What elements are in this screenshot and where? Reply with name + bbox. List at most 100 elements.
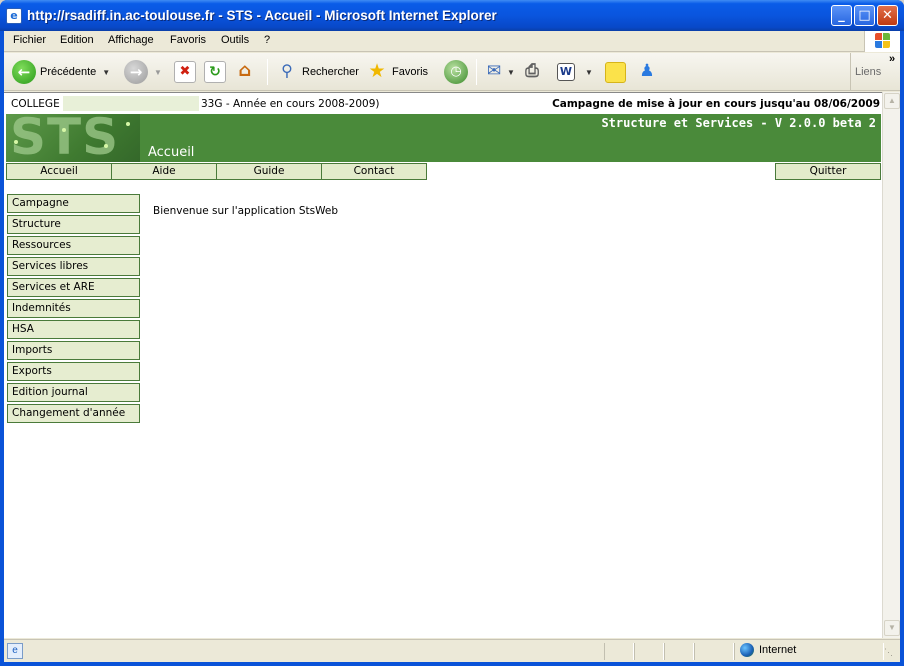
- menu-help[interactable]: ?: [264, 34, 270, 46]
- note-button[interactable]: [605, 58, 626, 86]
- college-label: COLLEGE: [11, 98, 60, 110]
- status-pane: [664, 643, 694, 660]
- page-content: COLLEGE 33G - Année en cours 2008-2009) …: [4, 92, 882, 638]
- search-label: Rechercher: [302, 66, 359, 78]
- maximize-button[interactable]: □: [854, 5, 875, 26]
- menu-outils[interactable]: Outils: [221, 34, 249, 46]
- zone-label: Internet: [759, 644, 797, 656]
- logo-sparkle: [104, 144, 108, 148]
- logo-sparkle: [62, 128, 66, 132]
- printer-icon: ⎙: [525, 61, 539, 81]
- globe-icon: [740, 643, 754, 657]
- sidebar-item-services-are[interactable]: Services et ARE: [7, 278, 140, 297]
- sidebar-item-ressources[interactable]: Ressources: [7, 236, 140, 255]
- sidebar-item-edition-journal[interactable]: Edition journal: [7, 383, 140, 402]
- menu-fichier[interactable]: Fichier: [13, 34, 46, 46]
- college-info-row: COLLEGE 33G - Année en cours 2008-2009) …: [4, 95, 882, 113]
- search-icon: ⚲: [281, 61, 293, 80]
- tab-aide[interactable]: Aide: [111, 163, 217, 180]
- sts-banner: STS Structure et Services - V 2.0.0 beta…: [6, 114, 881, 162]
- scroll-up-icon[interactable]: ▲: [884, 93, 900, 109]
- links-bar[interactable]: Liens »: [850, 53, 900, 91]
- app-version: Structure et Services - V 2.0.0 beta 2: [601, 116, 876, 130]
- quit-button[interactable]: Quitter: [775, 163, 881, 180]
- print-button[interactable]: ⎙: [521, 58, 543, 86]
- window-title: http://rsadiff.in.ac-toulouse.fr - STS -…: [27, 8, 497, 23]
- sidebar-item-hsa[interactable]: HSA: [7, 320, 140, 339]
- menu-edition[interactable]: Edition: [60, 34, 94, 46]
- browser-window: e http://rsadiff.in.ac-toulouse.fr - STS…: [0, 0, 904, 666]
- menu-favoris[interactable]: Favoris: [170, 34, 206, 46]
- ie-page-icon: e: [6, 8, 22, 24]
- menu-affichage[interactable]: Affichage: [108, 34, 154, 46]
- sts-logo-letters: STS: [10, 114, 120, 162]
- messenger-icon: ♟: [639, 61, 655, 81]
- logo-sparkle: [14, 140, 18, 144]
- title-bar[interactable]: e http://rsadiff.in.ac-toulouse.fr - STS…: [0, 0, 904, 31]
- links-label: Liens: [855, 66, 882, 78]
- back-button[interactable]: ← Précédente ▼: [12, 58, 110, 86]
- favorites-button[interactable]: ★ Favoris: [366, 58, 428, 86]
- sidebar-item-campagne[interactable]: Campagne: [7, 194, 140, 213]
- status-pane: [604, 643, 634, 660]
- mail-button[interactable]: ✉ ▼: [483, 58, 515, 86]
- status-bar: e Internet ⋱: [4, 639, 900, 662]
- windows-logo: [864, 31, 900, 52]
- refresh-button[interactable]: ↻: [204, 58, 226, 86]
- back-dropdown-icon[interactable]: ▼: [102, 68, 110, 77]
- college-name-redacted: [63, 96, 199, 111]
- sidebar-item-exports[interactable]: Exports: [7, 362, 140, 381]
- campaign-info: Campagne de mise à jour en cours jusqu'a…: [552, 98, 880, 110]
- close-button[interactable]: ✕: [877, 5, 898, 26]
- tab-guide[interactable]: Guide: [216, 163, 322, 180]
- window-client: Fichier Edition Affichage Favoris Outils…: [4, 31, 900, 662]
- windows-flag-icon: [875, 33, 891, 49]
- sts-logo: STS: [6, 114, 140, 162]
- scroll-down-icon[interactable]: ▼: [884, 620, 900, 636]
- menu-bar: Fichier Edition Affichage Favoris Outils…: [4, 31, 900, 52]
- toolbar: ← Précédente ▼ → ▼ ✖ ↻ ⌂ ⚲ Rechercher ★ …: [4, 53, 900, 91]
- links-chevron-icon[interactable]: »: [889, 53, 895, 65]
- stop-button[interactable]: ✖: [174, 58, 196, 86]
- sidebar-item-indemnites[interactable]: Indemnités: [7, 299, 140, 318]
- tab-accueil[interactable]: Accueil: [6, 163, 112, 180]
- back-label: Précédente: [40, 66, 97, 78]
- page-title: Accueil: [148, 145, 195, 160]
- note-icon: [605, 61, 626, 83]
- sidebar-item-structure[interactable]: Structure: [7, 215, 140, 234]
- history-icon: ◷: [444, 60, 468, 84]
- forward-button[interactable]: → ▼: [124, 58, 162, 86]
- status-pane: [694, 643, 734, 660]
- mail-icon: ✉: [486, 61, 502, 81]
- back-arrow-icon: ←: [12, 60, 36, 84]
- word-icon: W: [557, 63, 575, 81]
- toolbar-separator: [267, 59, 268, 85]
- resize-grip-icon[interactable]: ⋱: [884, 647, 896, 659]
- mail-dropdown-icon[interactable]: ▼: [507, 68, 515, 77]
- sidebar-item-services-libres[interactable]: Services libres: [7, 257, 140, 276]
- internet-zone: Internet: [740, 643, 796, 657]
- forward-dropdown-icon[interactable]: ▼: [154, 68, 162, 77]
- page-status-icon: e: [7, 643, 23, 659]
- messenger-button[interactable]: ♟: [636, 58, 658, 86]
- edit-dropdown-icon[interactable]: ▼: [585, 68, 593, 77]
- status-pane: [634, 643, 664, 660]
- college-year-info: 33G - Année en cours 2008-2009): [201, 98, 380, 110]
- sidebar-item-imports[interactable]: Imports: [7, 341, 140, 360]
- logo-sparkle: [126, 122, 130, 126]
- edit-word-button[interactable]: W ▼: [557, 58, 593, 86]
- toolbar-separator: [476, 59, 477, 85]
- minimize-button[interactable]: _: [831, 5, 852, 26]
- welcome-message: Bienvenue sur l'application StsWeb: [153, 205, 339, 217]
- tab-contact[interactable]: Contact: [321, 163, 427, 180]
- search-button[interactable]: ⚲ Rechercher: [276, 58, 359, 86]
- favorites-label: Favoris: [392, 66, 429, 78]
- forward-arrow-icon: →: [124, 60, 148, 84]
- home-icon: ⌂: [238, 60, 252, 81]
- history-button[interactable]: ◷: [444, 58, 468, 86]
- refresh-icon: ↻: [204, 61, 226, 83]
- stop-icon: ✖: [174, 61, 196, 83]
- sidebar-item-changement-annee[interactable]: Changement d'année: [7, 404, 140, 423]
- home-button[interactable]: ⌂: [234, 58, 256, 86]
- vertical-scrollbar[interactable]: ▲ ▼: [882, 92, 900, 638]
